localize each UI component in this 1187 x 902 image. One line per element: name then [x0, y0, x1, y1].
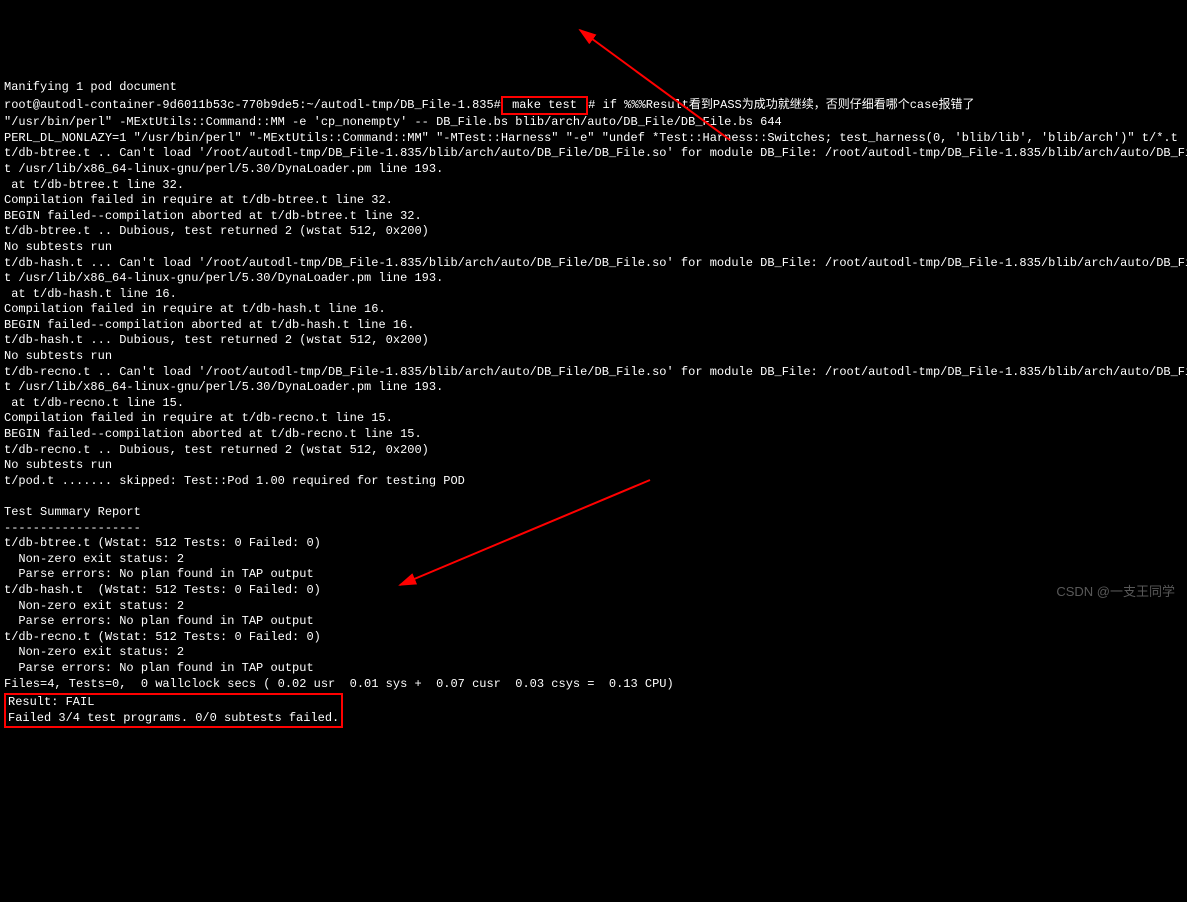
- watermark: CSDN @一支王同学: [1056, 584, 1175, 601]
- terminal-line: Parse errors: No plan found in TAP outpu…: [4, 661, 314, 675]
- terminal-line: at t/db-recno.t line 15.: [4, 396, 184, 410]
- terminal-line: Parse errors: No plan found in TAP outpu…: [4, 614, 314, 628]
- shell-prompt: root@autodl-container-9d6011b53c-770b9de…: [4, 98, 501, 112]
- terminal-line: t/db-hash.t ... Can't load '/root/autodl…: [4, 256, 1187, 270]
- terminal-line: at t/db-hash.t line 16.: [4, 287, 177, 301]
- terminal-line: t/db-btree.t (Wstat: 512 Tests: 0 Failed…: [4, 536, 321, 550]
- terminal-line: BEGIN failed--compilation aborted at t/d…: [4, 318, 414, 332]
- terminal-line: t /usr/lib/x86_64-linux-gnu/perl/5.30/Dy…: [4, 380, 443, 394]
- terminal-line: t/db-recno.t .. Dubious, test returned 2…: [4, 443, 429, 457]
- terminal-line: t/db-btree.t .. Can't load '/root/autodl…: [4, 146, 1187, 160]
- terminal-line: t/db-recno.t .. Can't load '/root/autodl…: [4, 365, 1187, 379]
- terminal-output: Manifying 1 pod document root@autodl-con…: [0, 62, 1187, 730]
- terminal-line: Compilation failed in require at t/db-re…: [4, 411, 393, 425]
- prompt-line: root@autodl-container-9d6011b53c-770b9de…: [4, 98, 975, 112]
- terminal-line: t/pod.t ....... skipped: Test::Pod 1.00 …: [4, 474, 465, 488]
- terminal-line: Non-zero exit status: 2: [4, 645, 184, 659]
- result-summary: Failed 3/4 test programs. 0/0 subtests f…: [8, 711, 339, 725]
- result-fail: Result: FAIL: [8, 695, 94, 709]
- terminal-line: -------------------: [4, 521, 141, 535]
- terminal-line: Compilation failed in require at t/db-bt…: [4, 193, 393, 207]
- result-highlight: Result: FAIL Failed 3/4 test programs. 0…: [4, 693, 343, 728]
- terminal-line: Test Summary Report: [4, 505, 141, 519]
- terminal-line: Non-zero exit status: 2: [4, 552, 184, 566]
- terminal-line: at t/db-btree.t line 32.: [4, 178, 184, 192]
- terminal-line: t /usr/lib/x86_64-linux-gnu/perl/5.30/Dy…: [4, 271, 443, 285]
- terminal-line: Files=4, Tests=0, 0 wallclock secs ( 0.0…: [4, 677, 674, 691]
- terminal-line: BEGIN failed--compilation aborted at t/d…: [4, 209, 422, 223]
- terminal-line: PERL_DL_NONLAZY=1 "/usr/bin/perl" "-MExt…: [4, 131, 1178, 145]
- terminal-line: No subtests run: [4, 349, 112, 363]
- terminal-line: BEGIN failed--compilation aborted at t/d…: [4, 427, 422, 441]
- terminal-line: t/db-recno.t (Wstat: 512 Tests: 0 Failed…: [4, 630, 321, 644]
- terminal-line: "/usr/bin/perl" -MExtUtils::Command::MM …: [4, 115, 782, 129]
- terminal-line: t /usr/lib/x86_64-linux-gnu/perl/5.30/Dy…: [4, 162, 443, 176]
- terminal-line: Manifying 1 pod document: [4, 80, 177, 94]
- prompt-comment: # if %%%Result看到PASS为成功就继续，否则仔细看哪个case报错…: [588, 98, 974, 112]
- terminal-line: t/db-btree.t .. Dubious, test returned 2…: [4, 224, 429, 238]
- terminal-line: t/db-hash.t ... Dubious, test returned 2…: [4, 333, 429, 347]
- command-highlight: make test: [501, 96, 588, 116]
- terminal-line: Parse errors: No plan found in TAP outpu…: [4, 567, 314, 581]
- terminal-line: Compilation failed in require at t/db-ha…: [4, 302, 386, 316]
- terminal-line: t/db-hash.t (Wstat: 512 Tests: 0 Failed:…: [4, 583, 321, 597]
- terminal-line: Non-zero exit status: 2: [4, 599, 184, 613]
- terminal-line: No subtests run: [4, 458, 112, 472]
- terminal-line: No subtests run: [4, 240, 112, 254]
